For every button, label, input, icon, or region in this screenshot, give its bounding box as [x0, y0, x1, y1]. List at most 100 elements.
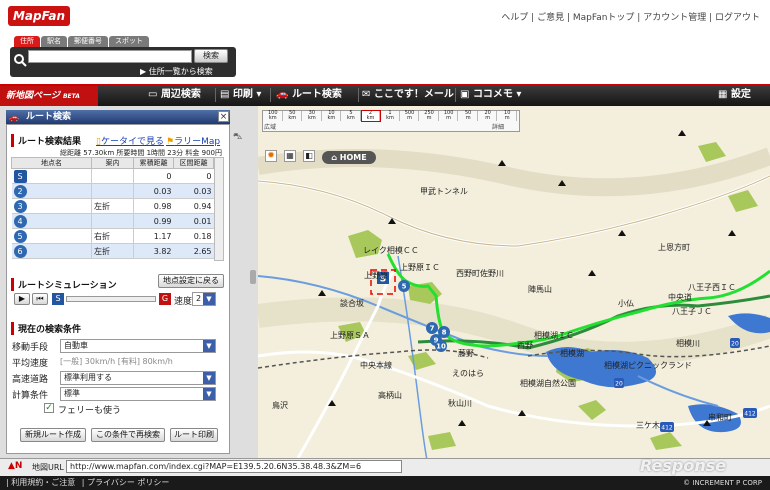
flag-icon: ⚑ [166, 137, 175, 147]
tab-postal[interactable]: 郵便番号 [68, 36, 108, 47]
map-label: 甲武トンネル [420, 187, 468, 196]
print-button[interactable]: ▤ 印刷 ▾ [220, 88, 261, 102]
search-button[interactable]: 検索 [194, 49, 228, 63]
calculation-select[interactable]: 標準 ▼ [60, 387, 216, 401]
terms-link[interactable]: | 利用規約・ご注意 [6, 478, 75, 487]
map-label: えのはら [452, 369, 484, 378]
scale-marks: 100 km 50 km 30 km 10 km 5 km 2 km 1 km 500 m 250 m 100 m 50… [264, 110, 518, 122]
new-map-page-label: 新地図ページ BETA [0, 86, 98, 106]
scale-mark[interactable]: 20 m [479, 111, 498, 121]
condition-label: 平均速度 [12, 359, 49, 369]
table-row[interactable]: S 00 [11, 168, 214, 184]
turn-cell [91, 183, 134, 199]
speed-label: 速度 [174, 297, 193, 307]
condition-label: 計算条件 [12, 391, 49, 401]
map-label: 八王子ＪＣ [672, 307, 712, 316]
map-label: 相模湖ピクニックランド [604, 361, 692, 370]
url-field[interactable]: http://www.mapfan.com/index.cgi?MAP=E139… [66, 460, 402, 473]
map-label: 高柄山 [378, 391, 402, 400]
new-route-button[interactable]: 新規ルート作成 [20, 428, 86, 442]
layers-icon[interactable]: ◧ [303, 150, 315, 162]
scale-mark[interactable]: 100 km [264, 111, 283, 121]
route-table: 地点名 案内 累積距離 区間距離 S 0 0 2 0.03 0.03 3 左折 0.98 0.94… [11, 157, 214, 259]
account-link[interactable]: アカウント管理 [643, 13, 706, 23]
home-button[interactable]: ⌂ HOME [322, 151, 376, 164]
svg-text:412: 412 [744, 411, 756, 418]
printer-icon: ▤ [220, 89, 233, 100]
scale-mark[interactable]: 50 m [459, 111, 478, 121]
tab-address[interactable]: 住所 [14, 36, 40, 47]
ferry-checkbox[interactable]: ✓ [44, 403, 54, 413]
mapfan-page: MapFan ヘルプ | ご意見 | MapFanトップ | アカウント管理 |… [0, 0, 770, 490]
privacy-link[interactable]: | プライバシー ポリシー [82, 478, 170, 487]
sun-icon[interactable]: ✹ [265, 150, 277, 162]
total-cell: 1.17 [133, 228, 174, 244]
highway-select[interactable]: 標準利用する ▼ [60, 371, 216, 385]
table-row[interactable]: 3 左折 0.98 0.94 [11, 198, 214, 214]
search-input[interactable] [28, 50, 192, 63]
play-icon[interactable]: ▶ [14, 293, 30, 305]
panel-title: ルート検索 [6, 110, 230, 124]
map-label: 串和町 [708, 413, 732, 422]
nearby-search-button[interactable]: ▭ 周辺検索 [148, 88, 201, 102]
scale-mark[interactable]: 5 km [342, 111, 361, 121]
map-label: 上野原ＳＡ [330, 331, 370, 340]
col-total: 累積距離 [133, 157, 174, 169]
svg-text:5: 5 [402, 283, 407, 291]
turn-cell [91, 213, 134, 229]
mapfan-top-link[interactable]: MapFanトップ [573, 13, 635, 23]
map-label: 相模湖ＩＣ [534, 331, 574, 340]
scale-mark[interactable]: 50 km [284, 111, 303, 121]
transport-select[interactable]: 自動車 ▼ [60, 339, 216, 353]
address-list-link[interactable]: ▶ 住所一覧から検索 [140, 66, 213, 77]
table-row[interactable]: 2 0.03 0.03 [11, 183, 214, 199]
map-label: 中央道 [668, 293, 692, 302]
close-icon[interactable]: × [218, 111, 229, 122]
scale-mark[interactable]: 30 km [303, 111, 322, 121]
map-label: 上恩方町 [658, 243, 690, 252]
reset-points-button[interactable]: 地点設定に戻る [158, 274, 224, 288]
research-button[interactable]: この条件で再検索 [91, 428, 165, 442]
table-row[interactable]: 6 左折 3.82 2.65 [11, 243, 214, 259]
table-scrollbar[interactable] [214, 157, 224, 261]
map-label: 相模湖 [560, 349, 584, 358]
scale-mark[interactable]: 2 km [360, 110, 382, 122]
grid-icon[interactable]: ▦ [284, 150, 296, 162]
help-link[interactable]: ヘルプ [501, 13, 528, 23]
map-label: レイク相模ＣＣ [363, 246, 419, 255]
table-row[interactable]: 4 0.99 0.01 [11, 213, 214, 229]
route-point-marker: 2 [13, 184, 27, 198]
route-search-button[interactable]: 🚗 ルート検索 [276, 88, 342, 102]
arrow-icon: ▶ [140, 67, 149, 76]
logout-link[interactable]: ログアウト [715, 13, 760, 23]
section-cell: 0.03 [173, 183, 214, 199]
tab-station[interactable]: 駅名 [41, 36, 67, 47]
conditions-header: 現在の検索条件 [11, 322, 81, 335]
svg-text:20: 20 [731, 341, 739, 348]
table-row[interactable]: 5 右折 1.17 0.18 [11, 228, 214, 244]
scale-mark[interactable]: 250 m [420, 111, 439, 121]
scale-mark[interactable]: 500 m [401, 111, 420, 121]
memo-button[interactable]: ▣ ココメモ ▾ [460, 88, 521, 102]
settings-button[interactable]: ▦ 設定 [718, 88, 751, 102]
memo-icon: ▣ [460, 89, 473, 100]
feedback-link[interactable]: ご意見 [537, 13, 564, 23]
chat-icon: ▭ [148, 89, 161, 100]
goal-icon: G [159, 293, 171, 305]
scale-mark[interactable]: 10 km [323, 111, 342, 121]
print-route-button[interactable]: ルート印刷 [170, 428, 218, 442]
north-icon: ▲N [8, 461, 23, 471]
total-cell: 0.03 [133, 183, 174, 199]
rewind-icon[interactable]: ⏮ [32, 293, 48, 305]
mapfan-logo[interactable]: MapFan [8, 6, 70, 26]
mobile-link[interactable]: ▯ケータイで見る [96, 134, 164, 147]
scale-mark[interactable]: 1 km [381, 111, 400, 121]
scale-mark[interactable]: 100 m [440, 111, 459, 121]
scale-mark[interactable]: 10 m [498, 111, 517, 121]
simulation-slider[interactable] [66, 296, 156, 302]
speed-select[interactable]: 2 ▼ [192, 292, 216, 306]
tab-spot[interactable]: スポット [109, 36, 149, 47]
panel-collapse-handle[interactable] [250, 270, 256, 284]
rally-map-link[interactable]: ⚑ラリーMap [166, 134, 220, 147]
location-mail-button[interactable]: ✉ ここです！メール [362, 88, 454, 102]
